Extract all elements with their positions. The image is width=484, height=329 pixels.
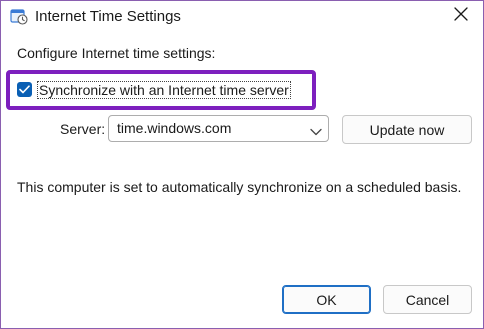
status-text: This computer is set to automatically sy… [17, 179, 462, 195]
cancel-button[interactable]: Cancel [383, 285, 472, 314]
section-label: Configure Internet time settings: [17, 45, 216, 61]
window-title: Internet Time Settings [35, 8, 181, 25]
sync-checkbox[interactable] [17, 82, 32, 97]
close-button[interactable] [439, 1, 483, 31]
title-bar: Internet Time Settings [1, 1, 483, 33]
chevron-down-icon [310, 124, 322, 136]
server-value: time.windows.com [117, 120, 232, 136]
close-icon [454, 6, 468, 26]
server-label: Server: [60, 121, 106, 137]
internet-time-settings-dialog: Internet Time Settings Configure Interne… [0, 0, 484, 329]
checkmark-icon [19, 81, 30, 99]
sync-checkbox-label[interactable]: Synchronize with an Internet time server [37, 81, 291, 99]
update-now-button[interactable]: Update now [342, 115, 472, 144]
ok-button[interactable]: OK [282, 285, 371, 314]
clock-calendar-icon [10, 7, 28, 25]
server-dropdown[interactable]: time.windows.com [108, 115, 329, 142]
